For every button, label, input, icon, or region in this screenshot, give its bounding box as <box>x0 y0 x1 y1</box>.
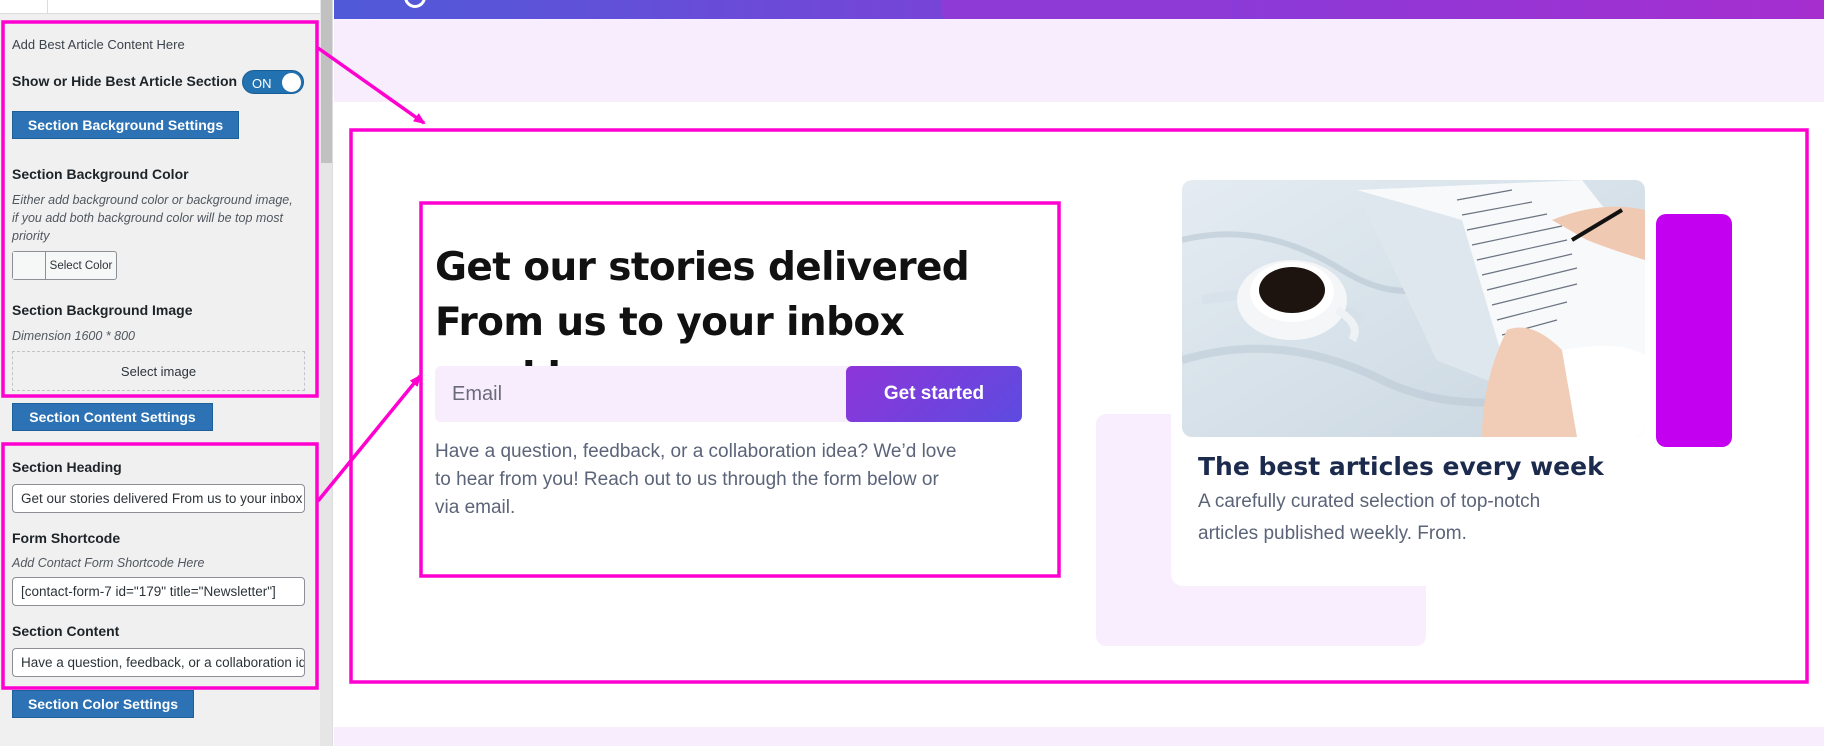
tab-separator <box>47 0 48 14</box>
desc-line-2: to hear from you! Reach out to us throug… <box>435 469 939 490</box>
panel-scrollbar[interactable] <box>320 0 332 746</box>
customizer-panel: Add Best Article Content Here Show or Hi… <box>0 0 333 746</box>
toggle-state: ON <box>252 76 272 91</box>
select-color-label: Select Color <box>49 259 113 272</box>
top-band <box>334 19 1824 102</box>
bg-color-hint-2: if you add both background color will be… <box>12 211 283 225</box>
form-shortcode-hint: Add Contact Form Shortcode Here <box>12 556 205 570</box>
desc-line-3: via email. <box>435 497 516 518</box>
header-tab <box>942 0 1232 21</box>
section-intro: Add Best Article Content Here <box>12 37 185 52</box>
card-title: The best articles every week <box>1198 452 1604 481</box>
section-description: Have a question, feedback, or a collabor… <box>435 438 1015 522</box>
coffee-photo <box>1182 180 1645 437</box>
logo-icon <box>404 0 426 8</box>
section-content-label: Section Content <box>12 623 120 639</box>
color-swatch <box>13 252 46 279</box>
bg-settings-button[interactable]: Section Background Settings <box>12 111 239 139</box>
select-image-button[interactable]: Select image <box>12 351 305 391</box>
section-content-input[interactable]: Have a question, feedback, or a collabor… <box>12 648 305 677</box>
card-text: A carefully curated selection of top-not… <box>1198 486 1628 550</box>
site-preview: Get our stories delivered From us to you… <box>334 0 1824 746</box>
bg-color-hint-1: Either add background color or backgroun… <box>12 193 293 207</box>
toggle-knob-icon <box>282 73 301 92</box>
scroll-thumb[interactable] <box>321 0 332 163</box>
header-bar <box>334 0 1824 21</box>
desc-line-1: Have a question, feedback, or a collabor… <box>435 441 957 462</box>
accent-bar <box>1656 214 1732 447</box>
section-heading-input[interactable]: Get our stories delivered From us to you… <box>12 484 305 513</box>
bottom-band <box>334 727 1824 746</box>
card-text-line-2: articles published weekly. From. <box>1198 523 1467 544</box>
toggle-label: Show or Hide Best Article Section <box>12 73 238 89</box>
form-shortcode-input[interactable]: [contact-form-7 id="179" title="Newslett… <box>12 577 305 606</box>
select-color-button[interactable]: Select Color <box>12 251 117 280</box>
section-toggle[interactable]: ON <box>242 70 304 94</box>
panel-tabs <box>0 0 320 14</box>
bg-color-hint-3: priority <box>12 229 50 243</box>
form-shortcode-label: Form Shortcode <box>12 530 121 546</box>
bg-image-hint: Dimension 1600 * 800 <box>12 329 135 343</box>
get-started-button[interactable]: Get started <box>846 366 1022 422</box>
content-settings-button[interactable]: Section Content Settings <box>12 403 213 431</box>
bg-color-label: Section Background Color <box>12 166 189 182</box>
card-text-line-1: A carefully curated selection of top-not… <box>1198 491 1541 512</box>
color-settings-button[interactable]: Section Color Settings <box>12 690 194 718</box>
heading-line-1: Get our stories delivered <box>435 245 970 290</box>
heading-field-label: Section Heading <box>12 459 122 475</box>
email-placeholder: Email <box>452 383 503 405</box>
bg-image-label: Section Background Image <box>12 302 193 318</box>
